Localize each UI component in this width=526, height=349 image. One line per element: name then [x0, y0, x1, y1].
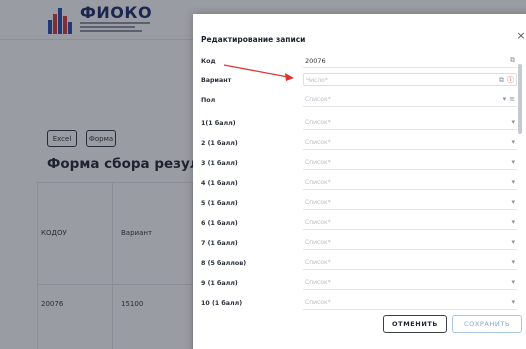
field-label-q5: 5 (1 балл)	[201, 200, 238, 207]
chevron-down-icon[interactable]: ▾	[511, 258, 515, 266]
list-icon[interactable]: ≡	[509, 95, 515, 103]
chevron-down-icon[interactable]: ▾	[511, 278, 515, 286]
scrollbar-thumb[interactable]	[518, 64, 522, 134]
q9-select[interactable]: Список* ▾	[303, 276, 517, 290]
chevron-down-icon[interactable]: ▾	[511, 158, 515, 166]
close-icon[interactable]: ×	[514, 29, 526, 43]
cancel-button[interactable]: ОТМЕНИТЬ	[383, 315, 447, 333]
chevron-down-icon[interactable]: ▾	[511, 178, 515, 186]
chevron-down-icon[interactable]: ▾	[511, 198, 515, 206]
q3-select[interactable]: Список* ▾	[303, 156, 517, 170]
save-button[interactable]: СОХРАНИТЬ	[452, 315, 522, 333]
gender-placeholder: Список*	[305, 96, 331, 103]
chevron-down-icon[interactable]: ▾	[511, 118, 515, 126]
chevron-down-icon[interactable]: ▾	[503, 95, 507, 103]
chevron-down-icon[interactable]: ▾	[511, 218, 515, 226]
q8-placeholder: Список*	[305, 259, 331, 266]
chevron-down-icon[interactable]: ▾	[511, 238, 515, 246]
chevron-down-icon[interactable]: ▾	[511, 138, 515, 146]
q10-placeholder: Список*	[305, 299, 331, 306]
q8-select[interactable]: Список* ▾	[303, 256, 517, 270]
variant-placeholder: Число*	[306, 77, 328, 84]
field-label-q9: 9 (1 балл)	[201, 280, 238, 287]
q5-select[interactable]: Список* ▾	[303, 196, 517, 210]
q6-placeholder: Список*	[305, 219, 331, 226]
field-label-q6: 6 (1 балл)	[201, 220, 238, 227]
q10-select[interactable]: Список* ▾	[303, 296, 517, 310]
copy-icon[interactable]: ⧉	[510, 56, 515, 64]
gender-select[interactable]: Список* ▾ ≡	[303, 93, 517, 107]
q2-select[interactable]: Список* ▾	[303, 136, 517, 150]
field-label-q3: 3 (1 балл)	[201, 160, 238, 167]
field-label-q1: 1(1 балл)	[201, 120, 236, 127]
code-field[interactable]: 20076 ⧉	[303, 54, 517, 68]
chevron-down-icon[interactable]: ▾	[511, 298, 515, 306]
field-label-q8: 8 (5 баллов)	[201, 260, 247, 267]
variant-input[interactable]: Число* ⧉ ⓘ	[303, 73, 517, 86]
q3-placeholder: Список*	[305, 159, 331, 166]
q1-select[interactable]: Список* ▾	[303, 116, 517, 130]
q4-select[interactable]: Список* ▾	[303, 176, 517, 190]
field-label-q10: 10 (1 балл)	[201, 300, 243, 307]
code-value: 20076	[305, 57, 326, 65]
q2-placeholder: Список*	[305, 139, 331, 146]
field-label-gender: Пол	[201, 97, 216, 104]
field-label-q7: 7 (1 балл)	[201, 240, 238, 247]
q1-placeholder: Список*	[305, 119, 331, 126]
q7-placeholder: Список*	[305, 239, 331, 246]
dialog-title: Редактирование записи	[201, 35, 306, 44]
q5-placeholder: Список*	[305, 199, 331, 206]
field-label-q2: 2 (1 балл)	[201, 140, 238, 147]
annotation-arrow	[223, 64, 294, 81]
q9-placeholder: Список*	[305, 279, 331, 286]
field-label-q4: 4 (1 балл)	[201, 180, 238, 187]
q4-placeholder: Список*	[305, 179, 331, 186]
q6-select[interactable]: Список* ▾	[303, 216, 517, 230]
copy-icon[interactable]: ⧉	[499, 76, 504, 84]
field-label-code: Код	[201, 58, 216, 65]
error-icon: ⓘ	[507, 76, 514, 84]
q7-select[interactable]: Список* ▾	[303, 236, 517, 250]
